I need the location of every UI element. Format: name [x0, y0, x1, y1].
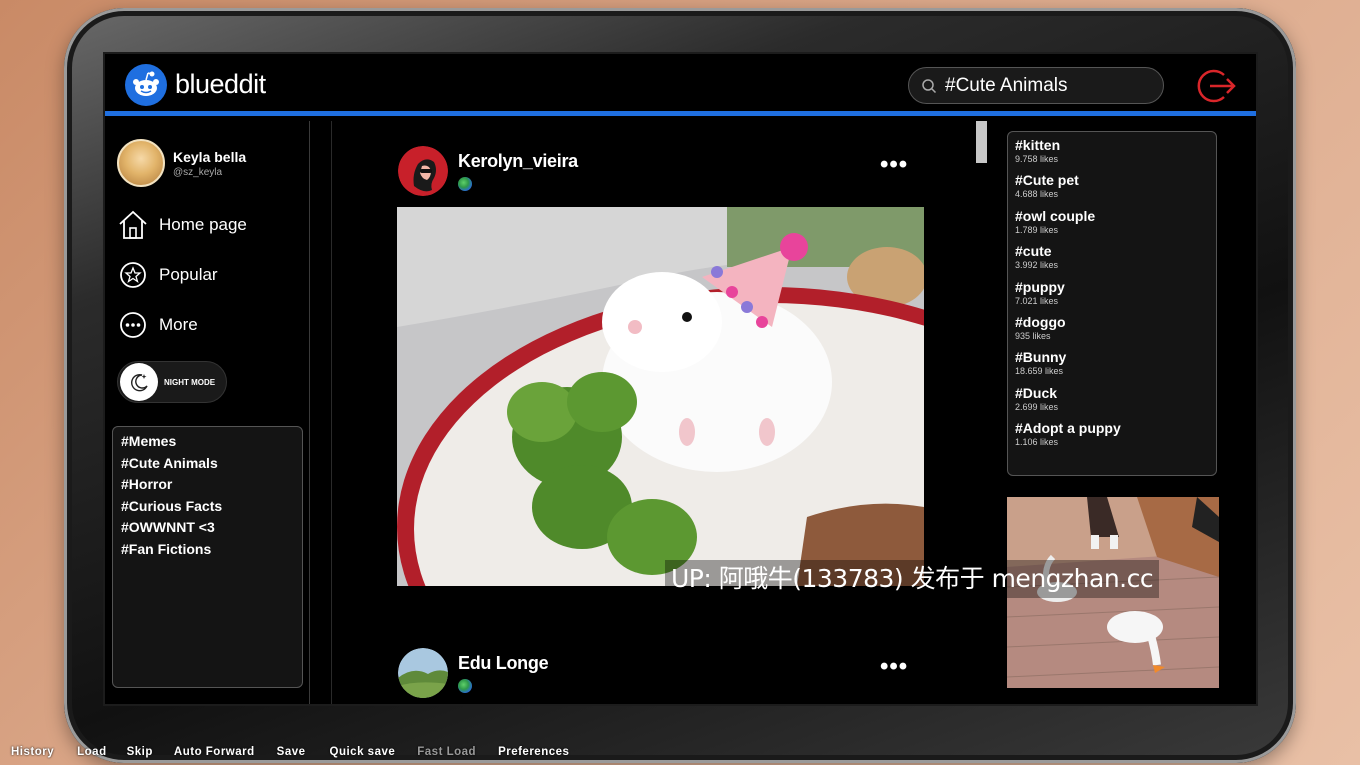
scrollbar-thumb[interactable] — [976, 121, 987, 163]
community-link[interactable]: #Fan Fictions — [121, 539, 294, 561]
trending-item[interactable]: #Duck 2.699 likes — [1015, 385, 1209, 420]
post-image[interactable] — [397, 207, 924, 586]
load-button[interactable]: Load — [77, 746, 106, 764]
trending-item[interactable]: #kitten 9.758 likes — [1015, 137, 1209, 172]
quick-menu: History Load Skip Auto Forward Save Quic… — [0, 746, 569, 764]
search-bar[interactable] — [908, 67, 1164, 104]
post-header: Kerolyn_vieira — [398, 146, 578, 196]
trending-tag: #kitten — [1015, 137, 1061, 153]
trending-tag: #Cute pet — [1015, 172, 1079, 189]
home-icon — [119, 210, 147, 239]
trending-likes: 2.699 likes — [1015, 401, 1059, 412]
auto-forward-button[interactable]: Auto Forward — [174, 746, 255, 764]
nav-label: Popular — [159, 265, 218, 284]
more-icon — [120, 312, 146, 338]
post-author[interactable]: Kerolyn_vieira — [458, 151, 578, 172]
app-name: blueddit — [175, 69, 266, 99]
avatar[interactable] — [398, 146, 448, 196]
trending-item[interactable]: #doggo 935 likes — [1015, 314, 1209, 349]
nav-label: More — [159, 315, 198, 334]
nav-popular[interactable]: Popular — [117, 261, 218, 289]
history-button[interactable]: History — [11, 746, 54, 764]
community-link[interactable]: #OWWNNT <3 — [121, 517, 294, 539]
blueddit-logo-icon[interactable] — [125, 64, 167, 106]
post-author[interactable]: Edu Longe — [458, 653, 549, 674]
trending-likes: 3.992 likes — [1015, 260, 1059, 271]
nav-more[interactable]: More — [117, 311, 198, 339]
trending-tag: #Adopt a puppy — [1015, 420, 1121, 437]
post-header: Edu Longe — [398, 648, 549, 698]
trending-likes: 7.021 likes — [1015, 295, 1059, 306]
avatar[interactable] — [398, 648, 448, 698]
user-profile[interactable]: Keyla bella @sz_keyla — [117, 139, 246, 187]
search-icon — [922, 78, 937, 93]
profile-handle: @sz_keyla — [173, 166, 223, 178]
trending-likes: 4.688 likes — [1015, 189, 1059, 200]
trending-tag: #Duck — [1015, 384, 1058, 401]
skip-button[interactable]: Skip — [127, 746, 153, 764]
moon-icon — [131, 373, 148, 392]
globe-icon — [458, 177, 472, 191]
community-link[interactable]: #Memes — [121, 431, 294, 453]
trending-tag: #doggo — [1015, 313, 1066, 330]
preferences-button[interactable]: Preferences — [498, 746, 569, 764]
trending-item[interactable]: #Bunny 18.659 likes — [1015, 349, 1209, 384]
trending-likes: 18.659 likes — [1015, 366, 1064, 377]
nav-home-page[interactable]: Home page — [117, 209, 247, 241]
trending-tag: #Bunny — [1015, 349, 1067, 366]
trending-tag: #owl couple — [1015, 207, 1096, 224]
globe-icon — [458, 679, 472, 693]
trending-likes: 9.758 likes — [1015, 154, 1059, 164]
trending-item[interactable]: #Adopt a puppy 1.106 likes — [1015, 420, 1209, 455]
trending-tag: #puppy — [1015, 278, 1065, 295]
trending-item[interactable]: #Cute pet 4.688 likes — [1015, 172, 1209, 207]
watermark: UP: 阿哦牛(133783) 发布于 mengzhan.cc — [665, 560, 1160, 598]
trending-list: #kitten 9.758 likes #Cute pet 4.688 likes … — [1007, 131, 1217, 476]
logout-icon[interactable] — [1197, 66, 1237, 106]
search-input[interactable] — [945, 74, 1135, 97]
more-options-icon[interactable]: ••• — [880, 151, 908, 179]
top-bar: blueddit — [105, 54, 1256, 116]
trending-item[interactable]: #owl couple 1.789 likes — [1015, 208, 1209, 243]
trending-item[interactable]: #cute 3.992 likes — [1015, 243, 1209, 278]
post-feed[interactable]: Kerolyn_vieira ••• Edu Longe ••• — [331, 121, 987, 704]
trending-tag: #cute — [1015, 243, 1052, 260]
community-link[interactable]: #Cute Animals — [121, 453, 294, 475]
profile-name: Keyla bella — [173, 148, 247, 165]
more-options-icon[interactable]: ••• — [880, 653, 908, 681]
community-link[interactable]: #Horror — [121, 474, 294, 496]
avatar[interactable] — [117, 139, 165, 187]
trending-item[interactable]: #puppy 7.021 likes — [1015, 279, 1209, 314]
save-button[interactable]: Save — [277, 746, 306, 764]
trending-likes: 1.789 likes — [1015, 224, 1059, 235]
app-screen: blueddit Keyla bella @sz_keyla — [103, 52, 1258, 706]
scrollbar[interactable] — [975, 121, 987, 704]
night-mode-label: NIGHT MODE — [164, 377, 216, 387]
community-link[interactable]: #Curious Facts — [121, 496, 294, 518]
communities-list: #Memes #Cute Animals #Horror #Curious Fa… — [112, 426, 303, 688]
fast-load-button[interactable]: Fast Load — [417, 746, 476, 764]
nav-label: Home page — [159, 215, 247, 234]
night-mode-toggle[interactable]: NIGHT MODE — [117, 361, 227, 403]
trending-likes: 1.106 likes — [1015, 437, 1059, 448]
left-sidebar: Keyla bella @sz_keyla Home page Popular — [105, 121, 310, 704]
trending-likes: 935 likes — [1015, 330, 1051, 341]
quick-save-button[interactable]: Quick save — [330, 746, 396, 764]
star-icon — [120, 262, 146, 288]
